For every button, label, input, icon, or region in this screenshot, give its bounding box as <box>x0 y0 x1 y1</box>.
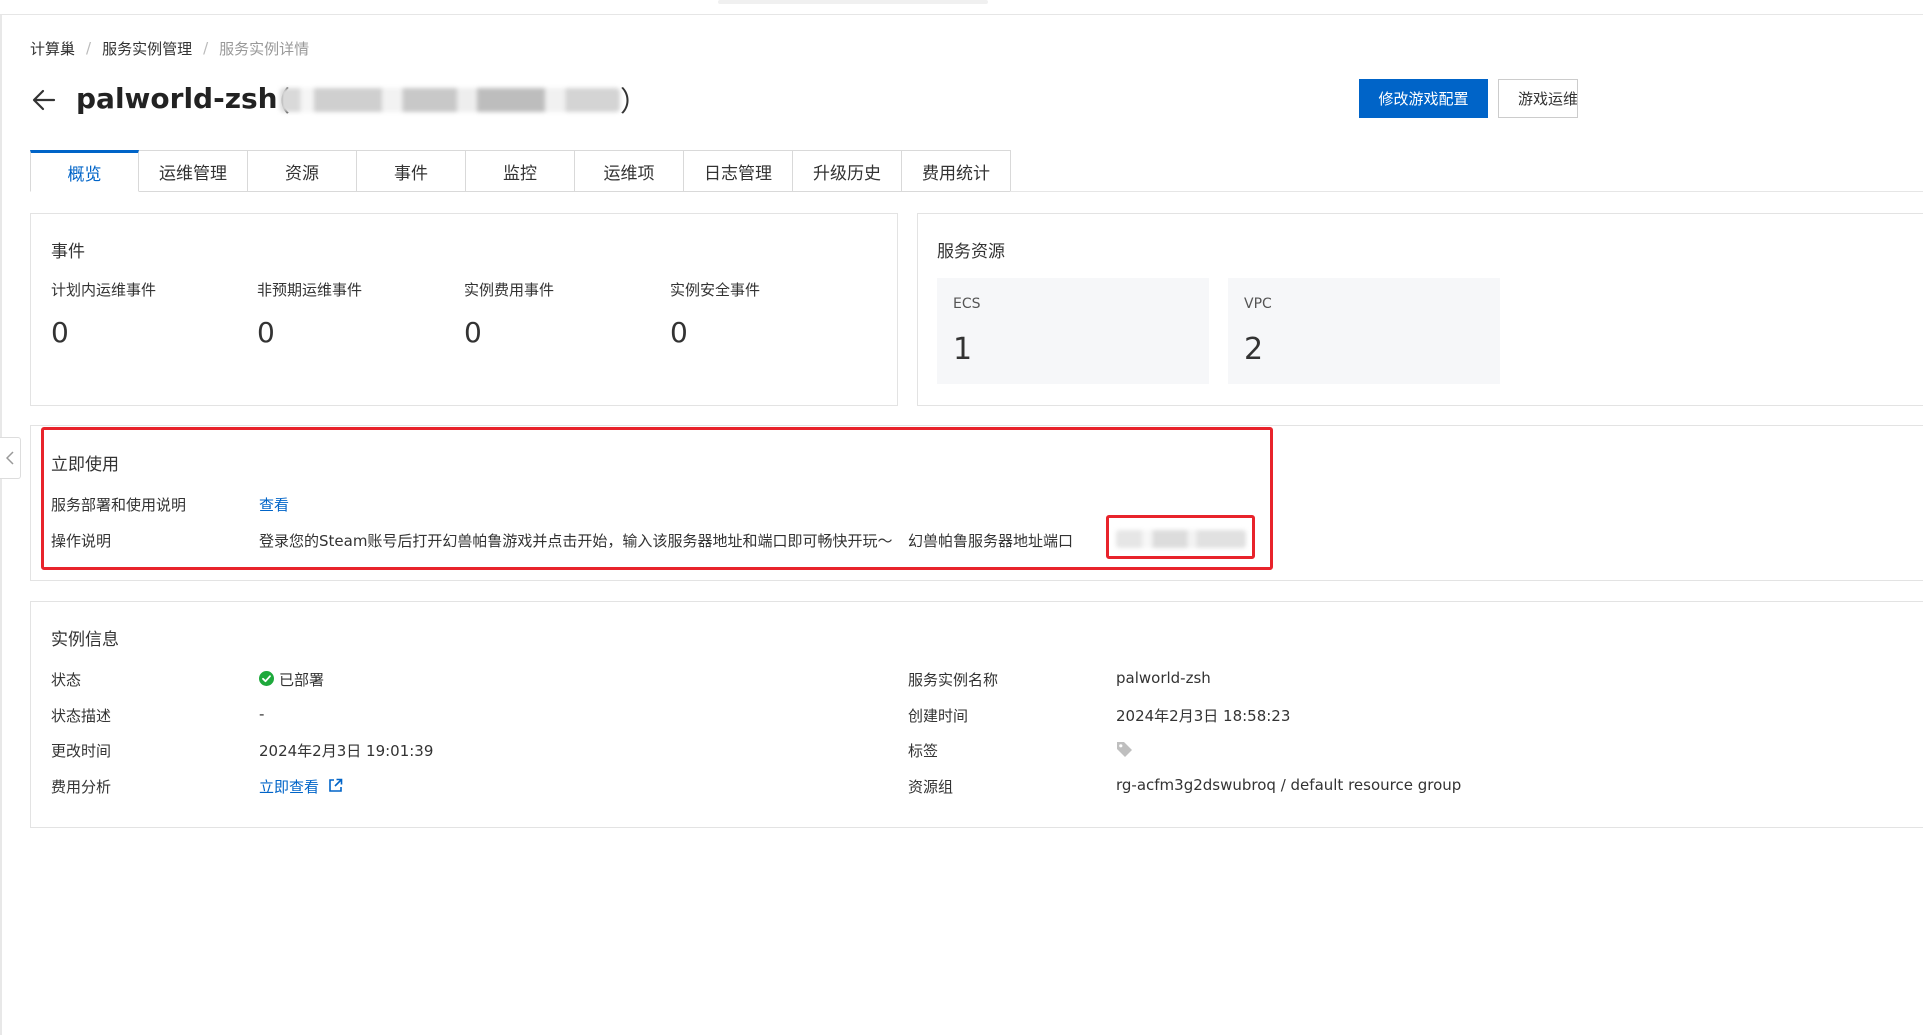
metric-planned-ops-label: 计划内运维事件 <box>51 281 157 299</box>
tab-resources[interactable]: 资源 <box>248 150 357 192</box>
instance-name-value: palworld-zsh <box>1116 669 1211 687</box>
events-card-title: 事件 <box>51 242 85 262</box>
tags-label: 标签 <box>908 742 939 760</box>
masked-instance-id <box>280 88 620 112</box>
tab-log-management[interactable]: 日志管理 <box>684 150 793 192</box>
tab-upgrade-history[interactable]: 升级历史 <box>793 150 902 192</box>
instance-info-title: 实例信息 <box>51 630 119 650</box>
chevron-left-icon <box>6 451 14 465</box>
metric-security-events-label: 实例安全事件 <box>670 281 761 299</box>
metric-cost-events-value[interactable]: 0 <box>464 316 482 349</box>
created-time-value: 2024年2月3日 18:58:23 <box>1116 707 1291 725</box>
metric-cost-events-label: 实例费用事件 <box>464 281 555 299</box>
resources-card-title: 服务资源 <box>937 242 1005 262</box>
back-arrow-icon[interactable] <box>30 86 58 114</box>
tab-overview[interactable]: 概览 <box>30 150 139 192</box>
highlight-frame-address <box>1106 515 1255 559</box>
status-label: 状态 <box>51 671 82 689</box>
left-edge <box>0 15 2 1035</box>
tag-icon[interactable] <box>1116 741 1133 758</box>
title-paren-close: ） <box>620 85 649 118</box>
events-card <box>30 213 898 406</box>
cost-analysis-link[interactable]: 立即查看 <box>259 776 319 797</box>
breadcrumb-item-instance-detail: 服务实例详情 <box>219 39 310 58</box>
game-ops-button[interactable]: 游戏运维 <box>1498 79 1578 118</box>
tab-bar: 概览 运维管理 资源 事件 监控 运维项 日志管理 升级历史 费用统计 <box>30 150 1011 192</box>
external-link-icon[interactable] <box>328 778 343 793</box>
breadcrumb-item-instance-management[interactable]: 服务实例管理 <box>102 38 192 59</box>
resource-vpc-value: 2 <box>1244 332 1264 367</box>
resource-vpc-box[interactable]: VPC 2 <box>1228 278 1500 384</box>
tab-ops-items[interactable]: 运维项 <box>575 150 684 192</box>
metric-planned-ops-value[interactable]: 0 <box>51 316 69 349</box>
breadcrumb-item-compute-nest[interactable]: 计算巢 <box>30 38 75 59</box>
metric-unexpected-ops-label: 非预期运维事件 <box>257 281 363 299</box>
resource-group-label: 资源组 <box>908 778 954 796</box>
tab-cost-statistics[interactable]: 费用统计 <box>902 150 1011 192</box>
metric-security-events-value[interactable]: 0 <box>670 316 688 349</box>
check-circle-icon <box>259 671 274 686</box>
sidebar-toggle[interactable] <box>0 437 21 479</box>
modified-time-label: 更改时间 <box>51 742 112 760</box>
resource-vpc-label: VPC <box>1244 296 1272 312</box>
status-desc-value: - <box>259 705 265 723</box>
tab-bar-divider <box>1010 191 1923 192</box>
tab-monitoring[interactable]: 监控 <box>466 150 575 192</box>
status-value: 已部署 <box>279 671 325 689</box>
status-desc-label: 状态描述 <box>51 707 112 725</box>
resource-group-value[interactable]: rg-acfm3g2dswubroq / default resource gr… <box>1116 776 1461 794</box>
page-title: palworld-zsh <box>76 82 278 115</box>
instance-name-label: 服务实例名称 <box>908 671 999 689</box>
cost-analysis-label: 费用分析 <box>51 778 112 796</box>
breadcrumb-separator: / <box>203 39 209 57</box>
modify-game-config-button[interactable]: 修改游戏配置 <box>1359 79 1488 118</box>
top-bar <box>0 0 1923 15</box>
tab-ops-management[interactable]: 运维管理 <box>139 150 248 192</box>
resource-ecs-box[interactable]: ECS 1 <box>937 278 1209 384</box>
breadcrumb: 计算巢 / 服务实例管理 / 服务实例详情 <box>30 37 309 59</box>
created-time-label: 创建时间 <box>908 707 969 725</box>
resource-ecs-value: 1 <box>953 332 973 367</box>
breadcrumb-separator: / <box>86 39 92 57</box>
tab-events[interactable]: 事件 <box>357 150 466 192</box>
modified-time-value: 2024年2月3日 19:01:39 <box>259 742 434 760</box>
highlight-frame <box>41 427 1273 570</box>
top-bar-search[interactable] <box>718 0 988 4</box>
metric-unexpected-ops-value[interactable]: 0 <box>257 316 275 349</box>
resource-ecs-label: ECS <box>953 296 981 312</box>
